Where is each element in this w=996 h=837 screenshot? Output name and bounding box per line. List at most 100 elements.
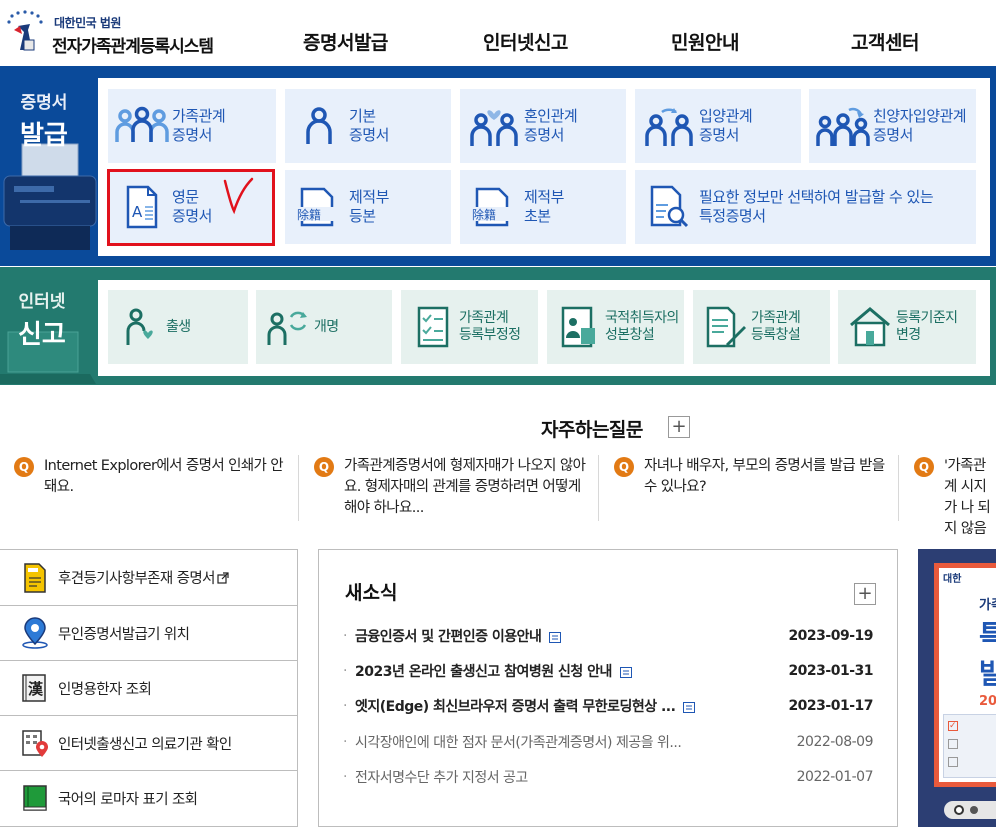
tile-name-change[interactable]: 개명 [256,290,392,364]
nav-certificate-issue[interactable]: 증명서발급 [303,28,388,55]
news-item-title: 시각장애인에 대한 점자 문서(가족관계증명서) 제공을 위... [355,735,682,751]
tile-full-adoption-certificate[interactable]: 친양자입양관계 증명서 [809,89,976,163]
tile-label: 기본 증명서 [349,107,389,144]
tile-basic-certificate[interactable]: 기본 증명서 [285,89,451,163]
news-item-title-text: 엣지(Edge) 최신브라우저 증명서 출력 무한로딩현상 ... [355,699,676,715]
news-item[interactable]: · 전자서명수단 추가 지정서 공고 2022-01-07 [343,765,874,789]
faq-divider [598,455,599,521]
tile-label: 제적부 등본 [349,188,389,225]
news-item-title: 금융인증서 및 간편인증 이용안내 [355,626,783,646]
tile-label: 가족관계 증명서 [172,107,226,144]
house-icon [844,302,896,352]
site-logo[interactable]: 대한민국 법원 전자가족관계등록시스템 [6,10,226,58]
news-item[interactable]: · 2023년 온라인 출생신고 참여병원 신청 안내 2023-01-31 [343,659,874,683]
tile-label: 개명 [314,318,339,335]
tile-removal-register-abstract[interactable]: 除籍 제적부 초본 [460,170,626,244]
nav-customer-center[interactable]: 고객센터 [851,28,919,55]
svg-text:漢: 漢 [28,680,44,698]
logo-title: 전자가족관계등록시스템 [52,37,214,57]
report-label-large: 신고 [18,320,66,350]
faq-item[interactable]: Q '가족관계 시지가 나 되지 않음 [914,456,996,540]
news-item[interactable]: · 엣지(Edge) 최신브라우저 증명서 출력 무한로딩현상 ... 2023… [343,694,874,718]
court-emblem-icon [7,10,43,51]
couple-heart-icon [464,101,524,151]
news-item[interactable]: · 금융인증서 및 간편인증 이용안내 2023-09-19 [343,624,874,648]
svg-text:除籍: 除籍 [472,207,496,222]
quick-link-romanization[interactable]: 국어의 로마자 표기 조회 [0,770,298,825]
banner-card: 대한 가족 특 발 20 ✓ [934,563,996,787]
banner-logo: 대한 [943,574,962,585]
quick-link-hanja-search[interactable]: 漢 인명용한자 조회 [0,660,298,715]
tile-removal-register-copy[interactable]: 除籍 제적부 등본 [285,170,451,244]
news-item-title: 전자서명수단 추가 지정서 공고 [355,770,528,786]
register-correction-icon [407,302,459,352]
checkbox-checked-icon: ✓ [948,721,958,731]
report-section-label: 인터넷 신고 [18,287,66,351]
birth-icon [114,302,166,352]
question-badge-icon: Q [914,457,934,477]
quick-link-kiosk-location[interactable]: 무인증명서발급기 위치 [0,605,298,660]
tile-birth-report[interactable]: 출생 [108,290,248,364]
bullet-icon: · [343,698,347,714]
pager-dot[interactable] [970,806,978,814]
quick-link-guardianship[interactable]: 후견등기사항부존재 증명서 [0,550,298,605]
document-yellow-icon [18,561,52,595]
issue-label-small: 증명서 [20,93,68,113]
tile-adoption-certificate[interactable]: 입양관계 증명서 [635,89,801,163]
checkbox-icon [948,757,958,767]
nav-internet-report[interactable]: 인터넷신고 [483,28,568,55]
tile-label: 가족관계 등록창설 [751,310,801,343]
printer-icon [3,143,97,250]
plus-icon: + [671,416,687,437]
news-item-title-text: 금융인증서 및 간편인증 이용안내 [355,629,542,645]
news-item[interactable]: · 시각장애인에 대한 점자 문서(가족관계증명서) 제공을 위... 2022… [343,730,874,754]
question-badge-icon: Q [614,457,634,477]
tile-nationality-surname[interactable]: 국적취득자의 성본창설 [547,290,684,364]
faq-item[interactable]: Q Internet Explorer에서 증명서 인쇄가 안돼요. [14,456,304,498]
banner-pager [944,801,996,819]
faq-divider [298,455,299,521]
svg-text:除籍: 除籍 [297,207,321,222]
banner-checklist: ✓ [943,714,996,778]
register-create-icon [699,302,751,352]
person-icon [289,101,349,151]
faq-item[interactable]: Q 자녀나 배우자, 부모의 증명서를 발급 받을 수 있나요? [614,456,904,498]
faq-question: '가족관계 시지가 나 되지 않음 [944,458,991,537]
news-item-date: 2022-01-07 [796,769,874,785]
promo-banner[interactable]: 대한 가족 특 발 20 ✓ [918,549,996,827]
news-item-title: 2023년 온라인 출생신고 참여병원 신청 안내 [355,661,783,681]
issue-section-label: 증명서 발급 [20,88,68,152]
news-more-button[interactable]: + [854,583,876,605]
bullet-icon: · [343,769,347,785]
nav-civil-guide[interactable]: 민원안내 [671,28,739,55]
tile-family-certificate[interactable]: 가족관계 증명서 [108,89,276,163]
adoption-arrows-icon [639,101,699,151]
tile-specific-certificate[interactable]: 필요한 정보만 선택하여 발급할 수 있는 특정증명서 [635,170,976,244]
tile-register-correction[interactable]: 가족관계 등록부정정 [401,290,538,364]
attachment-doc-icon [683,701,696,713]
tile-register-creation[interactable]: 가족관계 등록창설 [693,290,830,364]
hospital-location-icon [18,726,52,760]
quick-link-hospital-check[interactable]: 인터넷출생신고 의료기관 확인 [0,715,298,770]
news-item-date: 2023-01-31 [788,663,873,679]
bullet-icon: · [343,734,347,750]
logo-subtitle: 대한민국 법원 [54,16,121,30]
tile-label: 가족관계 등록부정정 [459,310,521,343]
tile-label: 친양자입양관계 증명서 [873,107,967,144]
tile-registration-base-change[interactable]: 등록기준지 변경 [838,290,976,364]
banner-line3: 발 [979,657,996,690]
quick-link-label: 후견등기사항부존재 증명서 [58,571,215,587]
question-badge-icon: Q [314,457,334,477]
faq-item[interactable]: Q 가족관계증명서에 형제자매가 나오지 않아요. 형제자매의 관계를 증명하려… [314,456,604,519]
checkbox-icon [948,739,958,749]
tile-marriage-certificate[interactable]: 혼인관계 증명서 [460,89,626,163]
faq-more-button[interactable]: + [668,416,690,438]
quick-link-label: 인터넷출생신고 의료기관 확인 [58,736,232,753]
plus-icon: + [857,583,873,604]
bullet-icon: · [343,628,347,644]
pager-dot-active[interactable] [954,805,964,815]
banner-line2: 특 [979,619,996,652]
faq-question: 자녀나 배우자, 부모의 증명서를 발급 받을 수 있나요? [644,458,885,495]
family-arrows-icon [813,101,873,151]
nationality-icon [553,302,605,352]
